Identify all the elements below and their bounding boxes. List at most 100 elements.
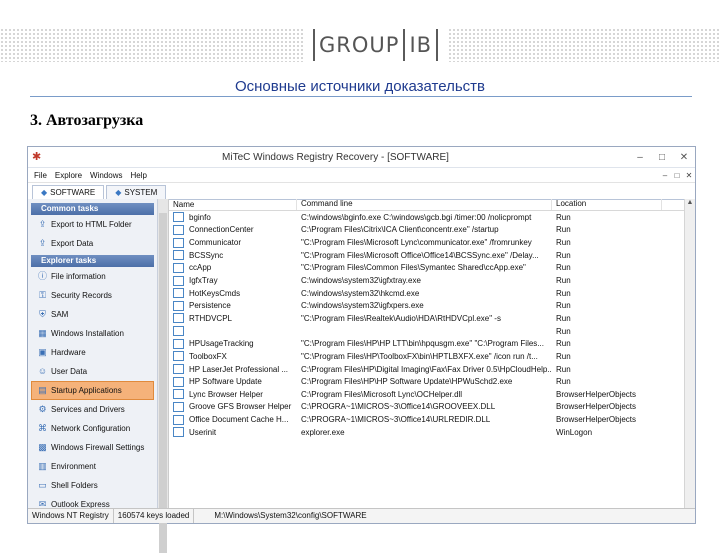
window-icon [173,338,184,349]
cell-command-line: C:\windows\system32\igfxpers.exe [301,301,424,311]
column-command-line[interactable]: Command line [297,199,552,210]
mdi-minimize-button[interactable]: – [659,171,671,180]
cell-location: Run [556,364,571,374]
windows-icon: ▦ [38,328,47,338]
sidebar-item-file-information[interactable]: ⓘ File information [31,267,154,286]
cell-command-line: "C:\Program Files\Common Files\Symantec … [301,263,526,273]
table-row[interactable]: Lync Browser Helper C:\Program Files\Micr… [169,388,695,401]
sidebar-item-export-data[interactable]: ⇪ Export Data [31,234,154,253]
menu-windows[interactable]: Windows [90,171,122,180]
table-row[interactable]: ToolboxFX "C:\Program Files\HP\ToolboxFX\… [169,350,695,363]
cell-command-line: "C:\Program Files\Microsoft Office\Offic… [301,250,539,260]
hive-tabs: ◆ SOFTWARE ◆ SYSTEM [28,183,695,200]
logo-left: GROUP [319,33,400,57]
sidebar-item-network-configuration[interactable]: ⌘ Network Configuration [31,419,154,438]
cell-location: Run [556,225,571,235]
sidebar-item-windows-installation[interactable]: ▦ Windows Installation [31,324,154,343]
table-row[interactable]: HPUsageTracking "C:\Program Files\HP\HP L… [169,337,695,350]
cell-name: bginfo [169,212,297,223]
cell-command-line: "C:\Program Files\Realtek\Audio\HDA\RtHD… [301,313,501,323]
table-row[interactable]: HotKeysCmds C:\windows\system32\hkcmd.exe… [169,287,695,300]
cell-location: Run [556,301,571,311]
table-row[interactable]: Office Document Cache H... C:\PROGRA~1\MI… [169,413,695,426]
cell-location: Run [556,339,571,349]
window-icon [173,262,184,273]
sidebar-item-sam[interactable]: ⛨ SAM [31,305,154,324]
title-bar[interactable]: ✱ MiTeC Windows Registry Recovery - [SOF… [28,147,695,168]
cell-command-line: "C:\Program Files\HP\ToolboxFX\bin\HPTLB… [301,351,538,361]
table-row[interactable]: IgfxTray C:\windows\system32\igfxtray.exe… [169,274,695,287]
menu-file[interactable]: File [34,171,47,180]
table-row[interactable]: RTHDVCPL "C:\Program Files\Realtek\Audio\… [169,312,695,325]
tab-system[interactable]: ◆ SYSTEM [106,185,167,199]
cell-command-line: C:\PROGRA~1\MICROS~3\Office14\URLREDIR.D… [301,415,491,425]
window-icon [173,237,184,248]
window-icon [173,250,184,261]
cell-location: BrowserHelperObjects [556,415,637,425]
environment-icon: ▥ [38,461,47,471]
window-icon [173,427,184,438]
table-row[interactable]: ccApp "C:\Program Files\Common Files\Syma… [169,262,695,275]
startup-list: Name Command line Location bginfo C:\wind… [169,199,695,509]
cell-name: ToolboxFX [169,351,297,362]
sidebar-item-hardware[interactable]: ▣ Hardware [31,343,154,362]
table-row[interactable]: HP LaserJet Professional ... C:\Program F… [169,363,695,376]
table-row[interactable]: Groove GFS Browser Helper C:\PROGRA~1\MIC… [169,401,695,414]
cell-location: Run [556,212,571,222]
group-header-explorer-tasks[interactable]: Explorer tasks [31,255,154,267]
column-location[interactable]: Location [552,199,662,210]
table-row[interactable]: Userinit explorer.exe WinLogon [169,426,695,439]
window-icon [173,212,184,223]
firewall-icon: ▩ [38,442,47,452]
column-name[interactable]: Name [169,199,297,210]
table-row[interactable]: ConnectionCenter C:\Program Files\Citrix\… [169,224,695,237]
close-button[interactable]: ✕ [673,152,695,163]
sidebar-item-export-html[interactable]: ⇪ Export to HTML Folder [31,215,154,234]
table-row[interactable]: HP Software Update C:\Program Files\HP\HP… [169,375,695,388]
window-icon [173,389,184,400]
cell-location: Run [556,276,571,286]
scroll-up-icon[interactable]: ▲ [685,199,695,209]
table-row[interactable]: Persistence C:\windows\system32\igfxpers.… [169,299,695,312]
mdi-close-button[interactable]: ✕ [683,171,695,180]
group-header-common-tasks[interactable]: Common tasks [31,203,154,215]
mdi-restore-button[interactable]: □ [671,171,683,180]
cell-command-line: C:\Program Files\Microsoft Lync\OCHelper… [301,389,463,399]
sidebar-item-services-drivers[interactable]: ⚙ Services and Drivers [31,400,154,419]
list-scrollbar[interactable]: ▲ [684,199,695,509]
sidebar-scrollbar[interactable] [158,199,169,553]
menu-help[interactable]: Help [130,171,146,180]
window-icon [173,288,184,299]
cell-name: IgfxTray [169,275,297,286]
sidebar-item-environment[interactable]: ▥ Environment [31,457,154,476]
sidebar-item-firewall-settings[interactable]: ▩ Windows Firewall Settings [31,438,154,457]
table-row[interactable]: bginfo C:\windows\bginfo.exe C:\windows\g… [169,211,695,224]
maximize-button[interactable]: □ [651,152,673,163]
hive-icon: ◆ [115,188,122,197]
sidebar-item-shell-folders[interactable]: ▭ Shell Folders [31,476,154,495]
table-row[interactable]: Run [169,325,695,338]
sidebar-item-security-records[interactable]: ⚿ Security Records [31,286,154,305]
cell-location: BrowserHelperObjects [556,389,637,399]
menu-explore[interactable]: Explore [55,171,82,180]
cell-name: BCSSync [169,250,297,261]
tab-label: SOFTWARE [50,188,96,197]
cell-command-line: C:\windows\system32\igfxtray.exe [301,276,421,286]
status-hive-path: M:\Windows\System32\config\SOFTWARE [214,511,367,520]
sidebar-item-outlook-express[interactable]: ✉ Outlook Express [31,495,154,509]
cell-name: HPUsageTracking [169,338,297,349]
minimize-button[interactable]: – [629,152,651,163]
startup-icon: ▤ [38,385,47,395]
window-icon [173,364,184,374]
cell-command-line: C:\PROGRA~1\MICROS~3\Office14\GROOVEEX.D… [301,402,496,412]
window-icon [173,326,184,337]
app-bug-icon[interactable]: ✱ [32,152,42,163]
tab-software[interactable]: ◆ SOFTWARE [32,185,105,199]
cell-command-line: C:\Program Files\HP\Digital Imaging\Fax\… [301,364,552,374]
task-sidebar: Common tasks ⇪ Export to HTML Folder ⇪ Exp… [28,199,158,509]
table-row[interactable]: Communicator "C:\Program Files\Microsoft … [169,236,695,249]
sidebar-item-startup-applications[interactable]: ▤ Startup Applications [31,381,154,400]
sidebar-item-user-data[interactable]: ☺ User Data [31,362,154,381]
table-row[interactable]: BCSSync "C:\Program Files\Microsoft Offic… [169,249,695,262]
status-keys-loaded: 160574 keys loaded [114,509,195,523]
